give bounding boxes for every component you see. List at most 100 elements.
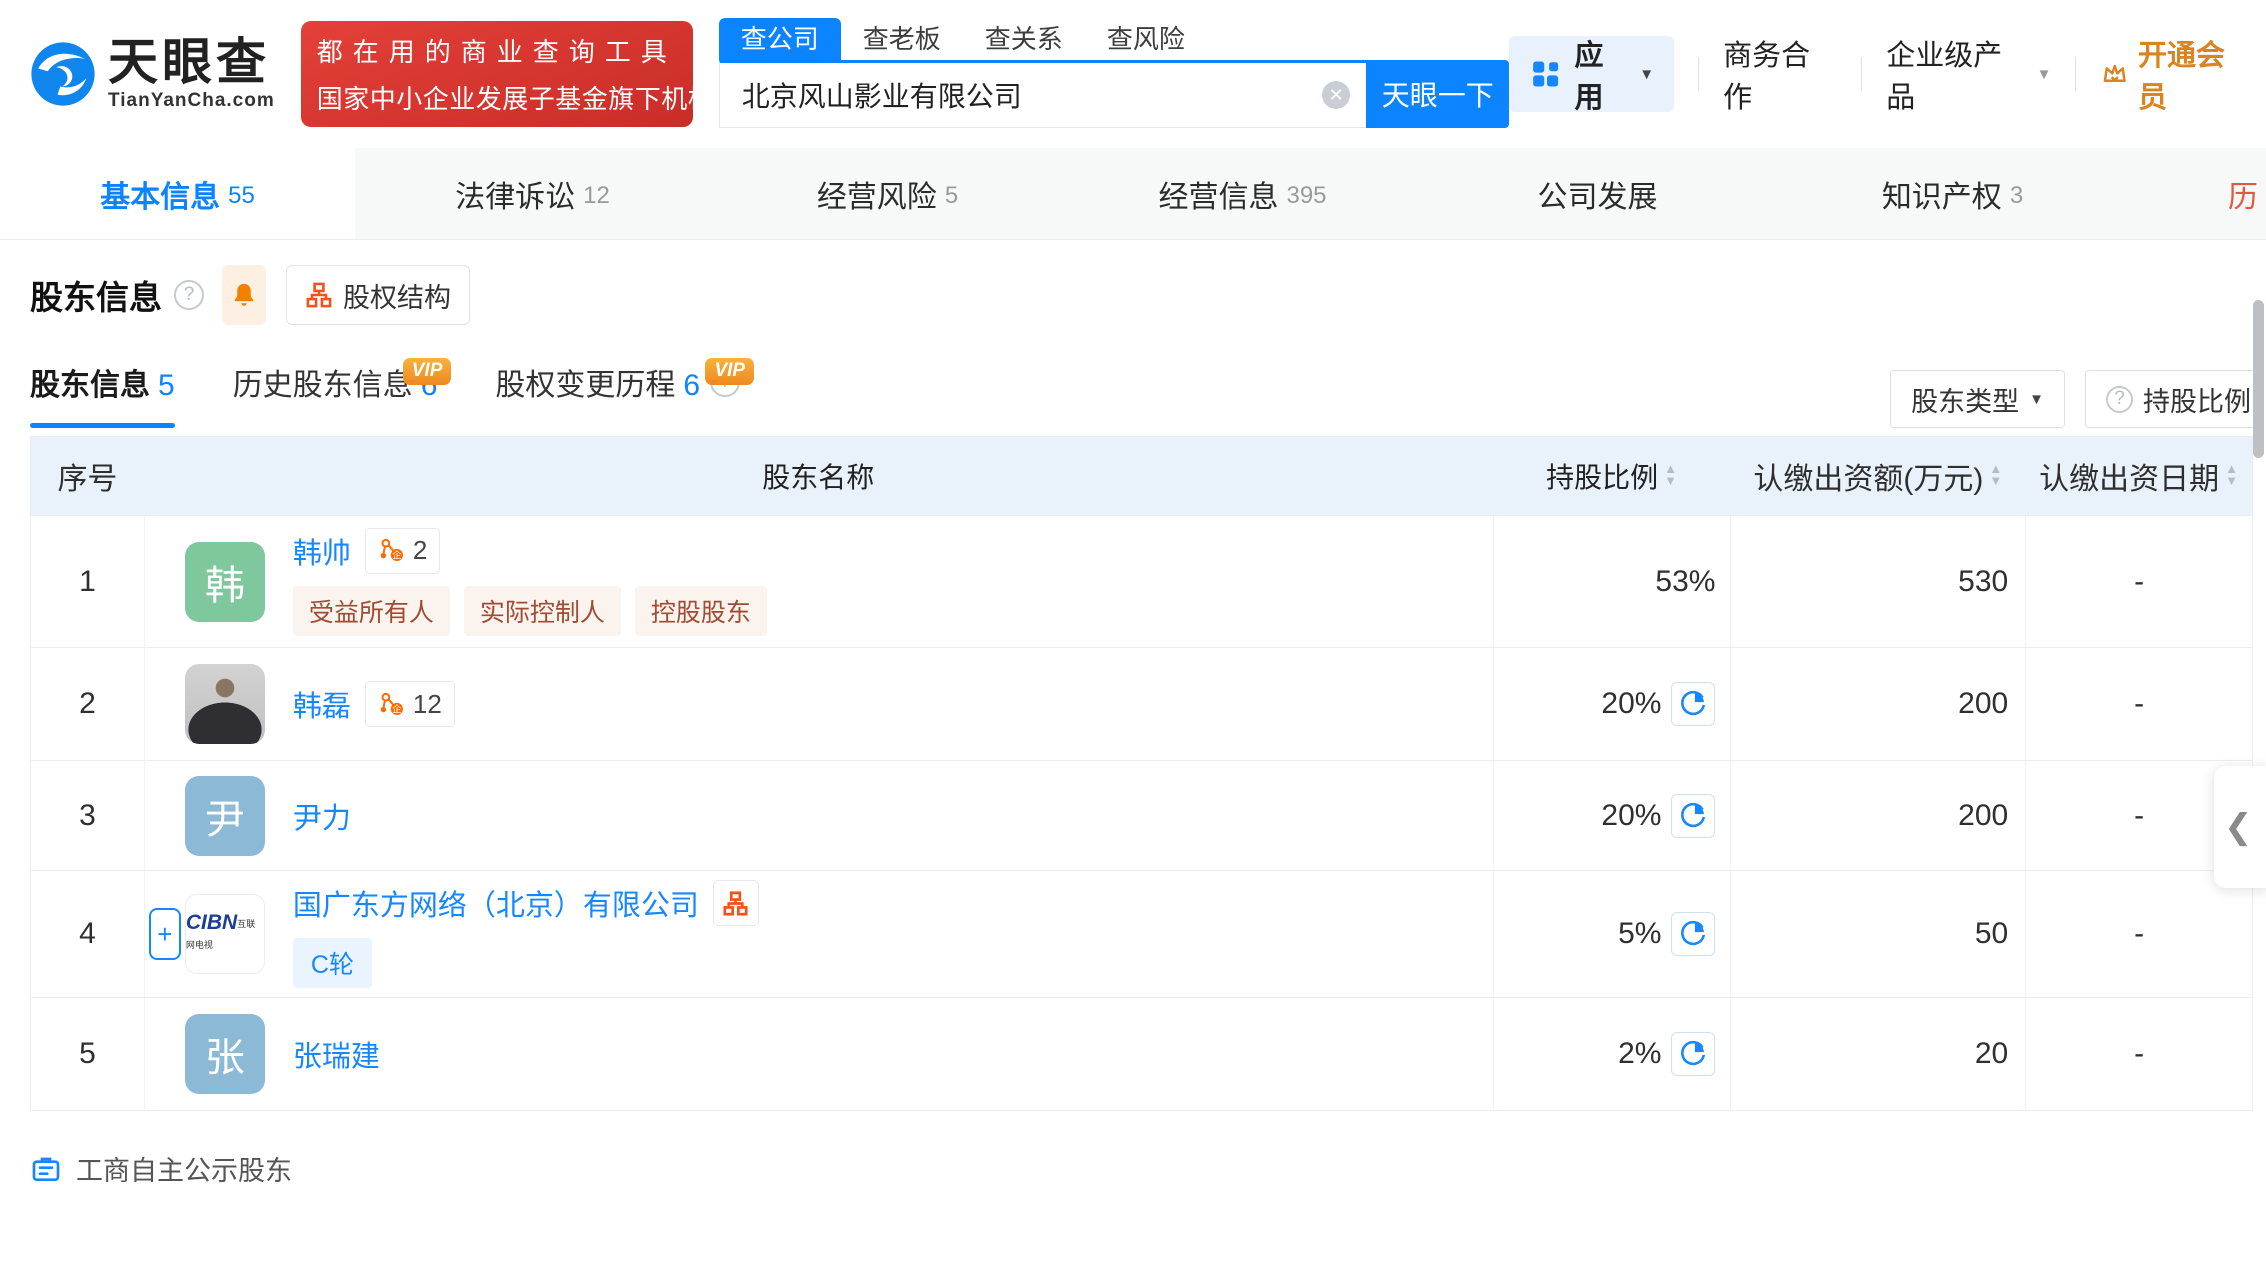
main-tab-2[interactable]: 法律诉讼12: [355, 148, 710, 239]
row-seq: 2: [31, 648, 144, 760]
main-tab-4[interactable]: 经营信息395: [1065, 148, 1420, 239]
amount-value: 530: [1730, 516, 2025, 647]
shareholder-tag: 受益所有人: [293, 586, 450, 636]
relation-count-badge[interactable]: 企 12: [365, 681, 455, 727]
main-tab-7[interactable]: 历: [2130, 148, 2266, 239]
scrollbar-thumb[interactable]: [2253, 300, 2264, 458]
main-tab-1[interactable]: 基本信息55: [0, 148, 355, 239]
shareholder-name-link[interactable]: 尹力: [293, 795, 351, 837]
main-tab-6[interactable]: 知识产权3: [1775, 148, 2130, 239]
shareholder-name-link[interactable]: 韩帅: [293, 530, 351, 572]
promo-banner[interactable]: 都在用的商业查询工具 国家中小企业发展子基金旗下机构: [301, 21, 693, 127]
main-tab-3[interactable]: 经营风险5: [710, 148, 1065, 239]
relation-count: 2: [413, 535, 427, 566]
company-section-tabs: 基本信息55法律诉讼12经营风险5经营信息395公司发展知识产权3历: [0, 148, 2266, 240]
header-right-nav: 应用 ▼ 商务合作 企业级产品 ▼ 开通会员: [1509, 32, 2266, 116]
clipboard-icon: [30, 1153, 62, 1185]
page: 天眼查 TianYanCha.com 都在用的商业查询工具 国家中小企业发展子基…: [0, 0, 2266, 1264]
business-cooperation-link[interactable]: 商务合作: [1723, 32, 1837, 116]
shareholder-subtab-2[interactable]: 历史股东信息6VIP: [233, 360, 438, 428]
promo-line2: 国家中小企业发展子基金旗下机构: [317, 79, 677, 116]
shareholder-subtab-1[interactable]: 股东信息5: [30, 360, 175, 428]
search-button[interactable]: 天眼一下: [1366, 60, 1509, 128]
subtab-count: 5: [158, 369, 175, 403]
search-tab-4[interactable]: 查风险: [1085, 18, 1207, 60]
shareholder-subtab-3[interactable]: 股权变更历程6VIP?: [495, 360, 740, 428]
sort-arrows-icon[interactable]: ▲▼: [1989, 464, 2002, 488]
shareholder-subtabs-bar: 股东信息5 历史股东信息6VIP 股权变更历程6VIP? 股东类型 ▼ ? 持股比例: [30, 340, 2266, 428]
shareholder-tag: 实际控制人: [464, 586, 621, 636]
column-header-2: 股东名称: [144, 437, 1493, 515]
svg-text:企: 企: [392, 549, 402, 561]
section-title: 股东信息: [30, 271, 162, 319]
funding-round-tag: C轮: [293, 938, 372, 988]
promo-line1: 都在用的商业查询工具: [317, 32, 677, 69]
relation-graph-icon: 企: [378, 691, 405, 718]
vip-badge: VIP: [403, 358, 452, 385]
tianyancha-logo[interactable]: 天眼查 TianYanCha.com: [30, 36, 275, 112]
apps-menu-button[interactable]: 应用 ▼: [1509, 36, 1674, 112]
company-logo-avatar: CIBN互联网电视: [185, 894, 265, 974]
enterprise-products-link[interactable]: 企业级产品 ▼: [1886, 32, 2051, 116]
search-input[interactable]: 北京风山影业有限公司 ✕: [719, 60, 1366, 128]
pie-chart-icon: [1679, 920, 1707, 948]
pie-chart-icon-button[interactable]: [1671, 1032, 1715, 1076]
pie-chart-icon-button[interactable]: [1671, 682, 1715, 726]
tab-count: 12: [583, 182, 610, 210]
search-tab-1[interactable]: 查公司: [719, 18, 841, 60]
subscribe-bell-button[interactable]: [222, 265, 266, 325]
subtab-count: 6: [683, 369, 700, 403]
pie-chart-icon-button[interactable]: [1671, 912, 1715, 956]
ratio-value: 5%: [1618, 917, 1661, 951]
shareholder-name-cell: 尹尹力: [144, 761, 1493, 870]
ratio-cell: 20%: [1493, 761, 1731, 870]
ratio-value: 20%: [1601, 799, 1661, 833]
shareholder-avatar: 张: [185, 1014, 265, 1094]
search-tab-3[interactable]: 查关系: [963, 18, 1085, 60]
sort-arrows-icon[interactable]: ▲▼: [1664, 464, 1677, 488]
ratio-value: 2%: [1618, 1037, 1661, 1071]
shareholder-type-filter[interactable]: 股东类型 ▼: [1890, 370, 2065, 428]
table-row: 1韩韩帅企2受益所有人实际控制人控股股东53%530-: [31, 515, 2252, 647]
clear-search-icon[interactable]: ✕: [1322, 81, 1350, 109]
divider: [1698, 57, 1699, 91]
date-value: -: [2025, 516, 2252, 647]
shareholder-name-link[interactable]: 张瑞建: [293, 1033, 380, 1075]
pie-chart-icon-button[interactable]: [1671, 794, 1715, 838]
table-row: 3尹尹力20%200-: [31, 760, 2252, 870]
tab-count: 3: [2010, 182, 2023, 210]
amount-value: 200: [1730, 648, 2025, 760]
vip-badge: VIP: [705, 358, 754, 385]
amount-value: 200: [1730, 761, 2025, 870]
table-row: 5张张瑞建2%20-: [31, 997, 2252, 1110]
svg-text:企: 企: [392, 703, 402, 715]
open-vip-link[interactable]: 开通会员: [2100, 32, 2252, 116]
relation-count-badge[interactable]: 企2: [365, 528, 440, 574]
search-tab-2[interactable]: 查老板: [841, 18, 963, 60]
ratio-cell: 20%: [1493, 648, 1731, 760]
date-value: -: [2025, 871, 2252, 997]
help-icon[interactable]: ?: [174, 280, 204, 310]
equity-structure-button[interactable]: 股权结构: [286, 265, 470, 325]
chevron-down-icon: ▼: [2029, 391, 2044, 408]
shareholder-name-link[interactable]: 韩磊: [293, 683, 351, 725]
table-header-row: 序号股东名称持股比例▲▼认缴出资额(万元)▲▼认缴出资日期▲▼: [31, 437, 2252, 515]
chevron-down-icon: ▼: [2037, 66, 2052, 83]
shareholder-name-cell: 韩韩帅企2受益所有人实际控制人控股股东: [144, 516, 1493, 647]
shareholder-tag: 控股股东: [635, 586, 767, 636]
main-tab-5[interactable]: 公司发展: [1420, 148, 1775, 239]
shareholder-section-header: 股东信息 ? 股权结构: [30, 264, 2266, 326]
equity-structure-icon-badge[interactable]: [713, 880, 759, 926]
expand-button[interactable]: +: [149, 908, 181, 960]
shareholder-name-cell: 张张瑞建: [144, 998, 1493, 1110]
ratio-cell: 5%: [1493, 871, 1731, 997]
divider: [2075, 57, 2076, 91]
eye-logo-icon: [30, 41, 96, 107]
ratio-filter[interactable]: ? 持股比例: [2085, 370, 2253, 428]
collapse-panel-button[interactable]: ❮: [2214, 766, 2266, 888]
sort-arrows-icon[interactable]: ▲▼: [2225, 464, 2238, 488]
shareholder-name-link[interactable]: 国广东方网络（北京）有限公司: [293, 882, 699, 924]
row-seq: 3: [31, 761, 144, 870]
tab-count: 55: [228, 182, 255, 210]
relation-count: 12: [413, 689, 442, 720]
